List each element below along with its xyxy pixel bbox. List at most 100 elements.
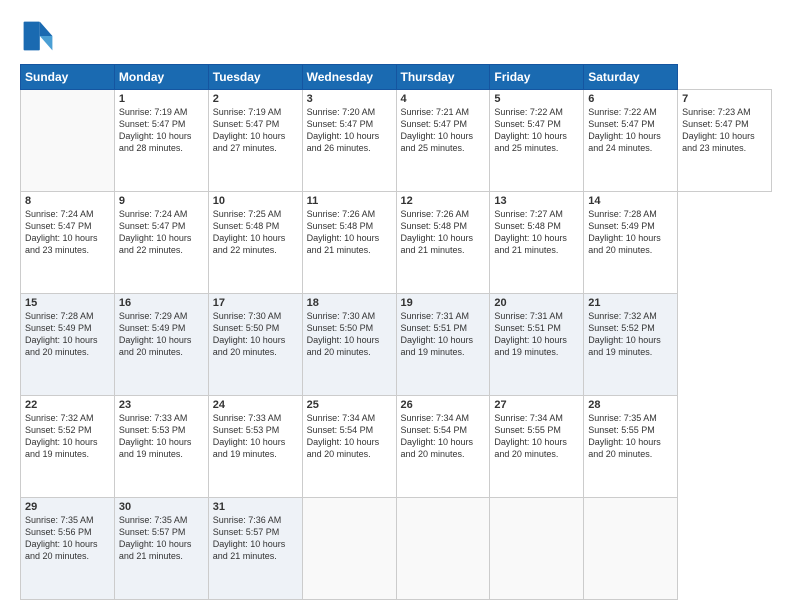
logo (20, 18, 62, 54)
day-number: 9 (119, 195, 204, 207)
day-info: Sunrise: 7:32 AM Sunset: 5:52 PM Dayligh… (588, 310, 673, 359)
day-number: 11 (307, 195, 392, 207)
day-number: 24 (213, 399, 298, 411)
day-number: 13 (494, 195, 579, 207)
day-number: 30 (119, 501, 204, 513)
day-number: 7 (682, 93, 767, 105)
logo-icon (20, 18, 56, 54)
day-info: Sunrise: 7:36 AM Sunset: 5:57 PM Dayligh… (213, 514, 298, 563)
day-number: 25 (307, 399, 392, 411)
day-cell: 7Sunrise: 7:23 AM Sunset: 5:47 PM Daylig… (678, 90, 772, 192)
day-info: Sunrise: 7:24 AM Sunset: 5:47 PM Dayligh… (119, 208, 204, 257)
day-cell: 8Sunrise: 7:24 AM Sunset: 5:47 PM Daylig… (21, 192, 115, 294)
day-info: Sunrise: 7:34 AM Sunset: 5:54 PM Dayligh… (401, 412, 486, 461)
day-info: Sunrise: 7:22 AM Sunset: 5:47 PM Dayligh… (494, 106, 579, 155)
day-cell: 31Sunrise: 7:36 AM Sunset: 5:57 PM Dayli… (208, 498, 302, 600)
day-cell: 23Sunrise: 7:33 AM Sunset: 5:53 PM Dayli… (114, 396, 208, 498)
day-cell: 30Sunrise: 7:35 AM Sunset: 5:57 PM Dayli… (114, 498, 208, 600)
day-cell: 2Sunrise: 7:19 AM Sunset: 5:47 PM Daylig… (208, 90, 302, 192)
day-cell: 13Sunrise: 7:27 AM Sunset: 5:48 PM Dayli… (490, 192, 584, 294)
day-info: Sunrise: 7:28 AM Sunset: 5:49 PM Dayligh… (588, 208, 673, 257)
day-cell: 9Sunrise: 7:24 AM Sunset: 5:47 PM Daylig… (114, 192, 208, 294)
day-cell: 3Sunrise: 7:20 AM Sunset: 5:47 PM Daylig… (302, 90, 396, 192)
day-cell: 4Sunrise: 7:21 AM Sunset: 5:47 PM Daylig… (396, 90, 490, 192)
day-info: Sunrise: 7:34 AM Sunset: 5:54 PM Dayligh… (307, 412, 392, 461)
day-cell: 6Sunrise: 7:22 AM Sunset: 5:47 PM Daylig… (584, 90, 678, 192)
day-cell (584, 498, 678, 600)
day-number: 19 (401, 297, 486, 309)
day-cell: 26Sunrise: 7:34 AM Sunset: 5:54 PM Dayli… (396, 396, 490, 498)
day-number: 6 (588, 93, 673, 105)
day-number: 4 (401, 93, 486, 105)
day-cell: 5Sunrise: 7:22 AM Sunset: 5:47 PM Daylig… (490, 90, 584, 192)
day-info: Sunrise: 7:32 AM Sunset: 5:52 PM Dayligh… (25, 412, 110, 461)
day-number: 15 (25, 297, 110, 309)
day-info: Sunrise: 7:35 AM Sunset: 5:57 PM Dayligh… (119, 514, 204, 563)
day-info: Sunrise: 7:29 AM Sunset: 5:49 PM Dayligh… (119, 310, 204, 359)
day-info: Sunrise: 7:35 AM Sunset: 5:56 PM Dayligh… (25, 514, 110, 563)
day-number: 16 (119, 297, 204, 309)
day-info: Sunrise: 7:20 AM Sunset: 5:47 PM Dayligh… (307, 106, 392, 155)
day-cell (490, 498, 584, 600)
day-info: Sunrise: 7:30 AM Sunset: 5:50 PM Dayligh… (307, 310, 392, 359)
day-info: Sunrise: 7:27 AM Sunset: 5:48 PM Dayligh… (494, 208, 579, 257)
day-number: 3 (307, 93, 392, 105)
day-number: 10 (213, 195, 298, 207)
day-info: Sunrise: 7:33 AM Sunset: 5:53 PM Dayligh… (119, 412, 204, 461)
day-info: Sunrise: 7:23 AM Sunset: 5:47 PM Dayligh… (682, 106, 767, 155)
day-cell (302, 498, 396, 600)
day-cell: 22Sunrise: 7:32 AM Sunset: 5:52 PM Dayli… (21, 396, 115, 498)
day-number: 27 (494, 399, 579, 411)
day-number: 22 (25, 399, 110, 411)
day-cell: 1Sunrise: 7:19 AM Sunset: 5:47 PM Daylig… (114, 90, 208, 192)
day-cell (396, 498, 490, 600)
day-cell: 12Sunrise: 7:26 AM Sunset: 5:48 PM Dayli… (396, 192, 490, 294)
day-number: 12 (401, 195, 486, 207)
day-cell: 14Sunrise: 7:28 AM Sunset: 5:49 PM Dayli… (584, 192, 678, 294)
calendar-table: SundayMondayTuesdayWednesdayThursdayFrid… (20, 64, 772, 600)
day-number: 1 (119, 93, 204, 105)
day-cell: 29Sunrise: 7:35 AM Sunset: 5:56 PM Dayli… (21, 498, 115, 600)
day-number: 17 (213, 297, 298, 309)
day-cell: 19Sunrise: 7:31 AM Sunset: 5:51 PM Dayli… (396, 294, 490, 396)
day-cell: 10Sunrise: 7:25 AM Sunset: 5:48 PM Dayli… (208, 192, 302, 294)
day-number: 28 (588, 399, 673, 411)
day-info: Sunrise: 7:34 AM Sunset: 5:55 PM Dayligh… (494, 412, 579, 461)
day-info: Sunrise: 7:30 AM Sunset: 5:50 PM Dayligh… (213, 310, 298, 359)
header-tuesday: Tuesday (208, 65, 302, 90)
day-cell: 25Sunrise: 7:34 AM Sunset: 5:54 PM Dayli… (302, 396, 396, 498)
header-friday: Friday (490, 65, 584, 90)
header-monday: Monday (114, 65, 208, 90)
day-cell: 15Sunrise: 7:28 AM Sunset: 5:49 PM Dayli… (21, 294, 115, 396)
day-info: Sunrise: 7:26 AM Sunset: 5:48 PM Dayligh… (401, 208, 486, 257)
header-saturday: Saturday (584, 65, 678, 90)
day-cell: 18Sunrise: 7:30 AM Sunset: 5:50 PM Dayli… (302, 294, 396, 396)
day-number: 2 (213, 93, 298, 105)
day-number: 31 (213, 501, 298, 513)
day-number: 26 (401, 399, 486, 411)
day-number: 14 (588, 195, 673, 207)
day-info: Sunrise: 7:22 AM Sunset: 5:47 PM Dayligh… (588, 106, 673, 155)
day-cell: 17Sunrise: 7:30 AM Sunset: 5:50 PM Dayli… (208, 294, 302, 396)
day-info: Sunrise: 7:28 AM Sunset: 5:49 PM Dayligh… (25, 310, 110, 359)
day-info: Sunrise: 7:35 AM Sunset: 5:55 PM Dayligh… (588, 412, 673, 461)
header-sunday: Sunday (21, 65, 115, 90)
day-info: Sunrise: 7:21 AM Sunset: 5:47 PM Dayligh… (401, 106, 486, 155)
header (20, 18, 772, 54)
day-number: 5 (494, 93, 579, 105)
day-info: Sunrise: 7:31 AM Sunset: 5:51 PM Dayligh… (401, 310, 486, 359)
day-info: Sunrise: 7:19 AM Sunset: 5:47 PM Dayligh… (119, 106, 204, 155)
day-number: 20 (494, 297, 579, 309)
day-cell: 11Sunrise: 7:26 AM Sunset: 5:48 PM Dayli… (302, 192, 396, 294)
day-info: Sunrise: 7:26 AM Sunset: 5:48 PM Dayligh… (307, 208, 392, 257)
empty-cell (21, 90, 115, 192)
day-cell: 20Sunrise: 7:31 AM Sunset: 5:51 PM Dayli… (490, 294, 584, 396)
day-info: Sunrise: 7:19 AM Sunset: 5:47 PM Dayligh… (213, 106, 298, 155)
day-cell: 28Sunrise: 7:35 AM Sunset: 5:55 PM Dayli… (584, 396, 678, 498)
day-info: Sunrise: 7:25 AM Sunset: 5:48 PM Dayligh… (213, 208, 298, 257)
day-number: 18 (307, 297, 392, 309)
day-number: 8 (25, 195, 110, 207)
day-info: Sunrise: 7:24 AM Sunset: 5:47 PM Dayligh… (25, 208, 110, 257)
day-cell: 21Sunrise: 7:32 AM Sunset: 5:52 PM Dayli… (584, 294, 678, 396)
day-info: Sunrise: 7:33 AM Sunset: 5:53 PM Dayligh… (213, 412, 298, 461)
